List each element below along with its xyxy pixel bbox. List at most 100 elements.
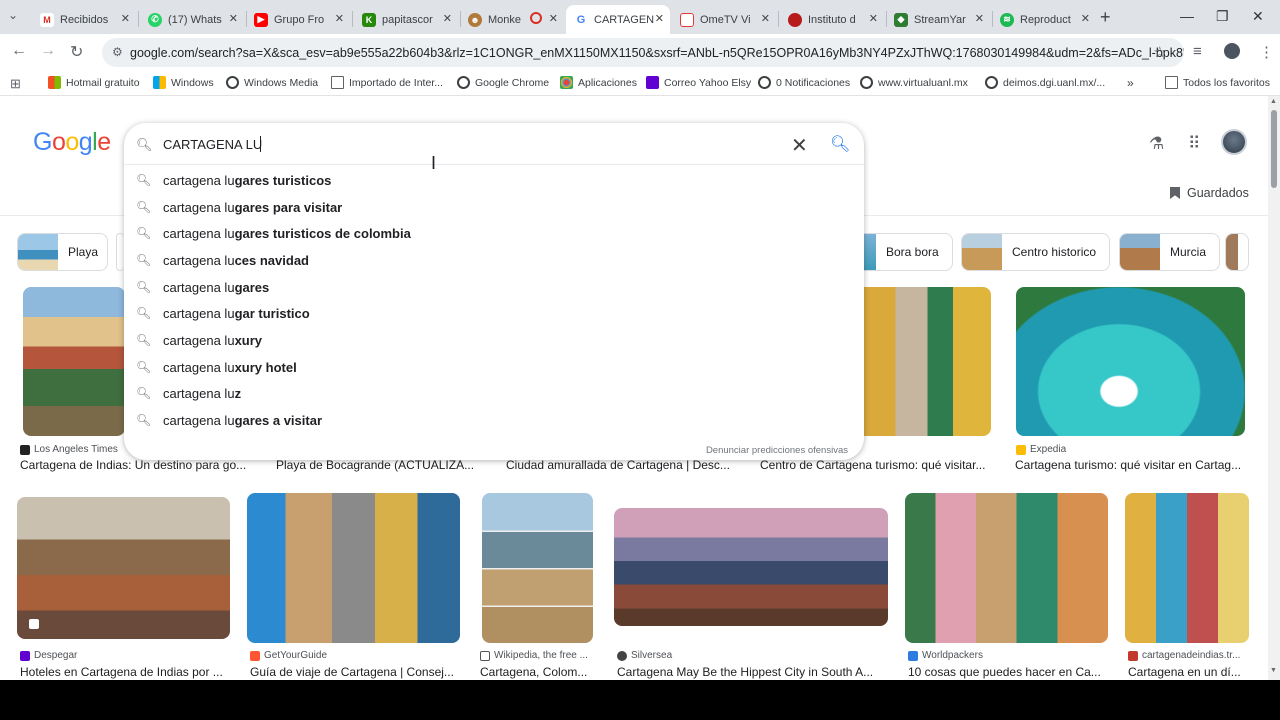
result-image-getyourguide[interactable] (247, 493, 460, 643)
google-logo[interactable]: Google (33, 128, 111, 157)
scrollbar-thumb[interactable] (1271, 110, 1277, 188)
labs-flask-icon[interactable]: ⚗ (1149, 134, 1164, 154)
close-icon[interactable]: ✕ (1081, 12, 1090, 25)
chip-murcia[interactable]: Murcia (1119, 233, 1220, 271)
scroll-up-icon[interactable]: ▲ (1270, 98, 1277, 105)
image-source[interactable]: GetYourGuide (250, 650, 327, 661)
image-source[interactable]: Despegar (20, 650, 77, 661)
menu-icon[interactable]: ⋮ (1259, 43, 1274, 61)
image-caption[interactable]: Cartagena, Colom... (480, 665, 595, 679)
close-icon[interactable]: ✕ (229, 12, 238, 25)
suggestion-item[interactable]: 🔍︎ cartagena lugares turisticos de colomb… (124, 221, 864, 247)
bookmark-hotmail[interactable]: Hotmail gratuito (48, 76, 140, 89)
suggestion-item[interactable]: 🔍︎ cartagena lugares (124, 275, 864, 301)
image-caption[interactable]: Centro de Cartagena turismo: qué visitar… (760, 458, 995, 472)
suggestion-item[interactable]: 🔍︎ cartagena lugar turistico (124, 301, 864, 327)
image-source[interactable]: Wikipedia, the free ... (480, 650, 588, 661)
chip-partial[interactable] (116, 233, 124, 271)
result-image-despegar[interactable] (17, 497, 230, 639)
minimize-button[interactable]: — (1180, 8, 1194, 24)
close-icon[interactable]: ✕ (121, 12, 130, 25)
report-predictions-link[interactable]: Denunciar predicciones ofensivas (706, 445, 848, 456)
bookmark-star-icon[interactable]: ☆ (1153, 43, 1166, 61)
close-icon[interactable]: ✕ (335, 12, 344, 25)
close-icon[interactable]: ✕ (443, 12, 452, 25)
tab-kahoot[interactable]: Kpapitascor ✕ (354, 5, 458, 34)
tab-monke[interactable]: ☻ Monke ✕ (460, 5, 564, 34)
result-image-expedia[interactable] (1016, 287, 1245, 436)
bookmark-aplicaciones[interactable]: Aplicaciones (560, 76, 637, 89)
result-image-los-angeles-times[interactable] (23, 287, 125, 436)
close-icon[interactable]: ✕ (869, 12, 878, 25)
saved-button[interactable]: Guardados (1170, 186, 1249, 200)
result-image-worldpackers[interactable] (905, 493, 1108, 643)
bookmark-virtualuanl[interactable]: www.virtualuanl.mx (860, 76, 968, 89)
apps-grid-icon[interactable]: ⊞ (10, 76, 21, 92)
close-icon[interactable]: ✕ (655, 12, 664, 25)
image-source[interactable]: cartagenadeindias.tr... (1128, 650, 1240, 661)
image-caption[interactable]: Ciudad amurallada de Cartagena | Desc... (506, 458, 746, 472)
account-avatar[interactable] (1221, 129, 1247, 155)
suggestion-item[interactable]: 🔍︎ cartagena lugares a visitar (124, 408, 864, 434)
more-bookmarks-icon[interactable]: » (1127, 76, 1134, 90)
maximize-button[interactable]: ❐ (1216, 8, 1229, 25)
suggestion-item[interactable]: 🔍︎ cartagena luxury hotel (124, 355, 864, 381)
address-bar[interactable]: ⚙ google.com/search?sa=X&sca_esv=ab9e555… (102, 38, 1184, 67)
bookmark-windows[interactable]: Windows (153, 76, 214, 89)
image-caption[interactable]: 10 cosas que puedes hacer en Ca... (908, 665, 1108, 679)
tab-cartagena[interactable]: G CARTAGEN ✕ (566, 5, 670, 34)
image-caption[interactable]: Cartagena de Indias: Un destino para go.… (20, 458, 250, 472)
bookmark-google-chrome[interactable]: Google Chrome (457, 76, 549, 89)
forward-button[interactable]: → (40, 42, 56, 60)
back-button[interactable]: ← (11, 42, 27, 60)
tab-streamyard[interactable]: ◆ StreamYar ✕ (886, 5, 990, 34)
page-scrollbar[interactable]: ▲ ▼ (1268, 96, 1280, 680)
tab-spotify[interactable]: ≋ Reproduct ✕ (992, 5, 1096, 34)
close-window-button[interactable]: ✕ (1252, 8, 1264, 25)
bookmark-notificaciones[interactable]: 0 Notificaciones (758, 76, 850, 89)
chip-partial[interactable] (1225, 233, 1249, 271)
clear-search-button[interactable]: ✕ (791, 133, 808, 158)
bookmark-yahoo[interactable]: Correo Yahoo Elsy (646, 76, 751, 89)
suggestion-item[interactable]: 🔍︎ cartagena luz (124, 381, 864, 407)
scroll-down-icon[interactable]: ▼ (1270, 667, 1277, 674)
close-icon[interactable]: ✕ (975, 12, 984, 25)
image-caption[interactable]: Playa de Bocagrande (ACTUALIZA... (276, 458, 481, 472)
chip-playa[interactable]: Playa (17, 233, 108, 271)
suggestion-item[interactable]: 🔍︎ cartagena luxury (124, 328, 864, 354)
site-info-icon[interactable]: ⚙ (112, 45, 123, 59)
chip-bora-bora[interactable]: Bora bora (864, 233, 953, 271)
bookmark-importado[interactable]: Importado de Inter... (331, 76, 443, 89)
google-apps-icon[interactable]: ⠿ (1188, 134, 1200, 154)
tab-ometv[interactable]: OmeTV Vi ✕ (672, 5, 776, 34)
tab-whatsapp[interactable]: ✆ (17) Whats ✕ (140, 5, 244, 34)
tab-youtube[interactable]: ▶ Grupo Fro ✕ (246, 5, 350, 34)
all-bookmarks[interactable]: Todos los favoritos (1165, 76, 1270, 89)
suggestion-item[interactable]: 🔍︎ cartagena luces navidad (124, 248, 864, 274)
image-source[interactable]: Silversea (617, 650, 672, 661)
image-caption[interactable]: Hoteles en Cartagena de Indias por ... (20, 665, 230, 679)
chip-centro-historico[interactable]: Centro historico (961, 233, 1110, 271)
tab-search-icon[interactable]: ⌄ (8, 8, 18, 22)
image-caption[interactable]: Guía de viaje de Cartagena | Consej... (250, 665, 460, 679)
tab-gmail[interactable]: M Recibidos ✕ (32, 5, 136, 34)
suggestion-item[interactable]: 🔍︎ cartagena lugares para visitar (124, 195, 864, 221)
image-source[interactable]: Los Angeles Times (20, 444, 118, 455)
tab-instituto[interactable]: Instituto d ✕ (780, 5, 884, 34)
image-caption[interactable]: Cartagena en un dí... (1128, 665, 1253, 679)
result-image-wikipedia[interactable] (482, 493, 593, 643)
close-icon[interactable]: ✕ (549, 12, 558, 25)
new-tab-button[interactable]: + (1100, 7, 1111, 28)
bookmark-windows-media[interactable]: Windows Media (226, 76, 318, 89)
image-caption[interactable]: Cartagena turismo: qué visitar en Cartag… (1015, 458, 1250, 472)
media-controls-icon[interactable]: ≡ (1193, 43, 1202, 60)
suggestion-item[interactable]: 🔍︎ cartagena lugares turisticos (124, 168, 864, 194)
image-caption[interactable]: Cartagena May Be the Hippest City in Sou… (617, 665, 882, 679)
profile-avatar[interactable] (1224, 43, 1240, 59)
bookmark-deimos[interactable]: deimos.dgi.uanl.mx/... (985, 76, 1105, 89)
result-image-silversea[interactable] (614, 508, 888, 626)
close-icon[interactable]: ✕ (761, 12, 770, 25)
search-submit-button[interactable]: 🔍︎ (830, 134, 850, 154)
search-input[interactable]: CARTAGENA LU (163, 137, 262, 152)
reload-button[interactable]: ↻ (70, 42, 83, 62)
